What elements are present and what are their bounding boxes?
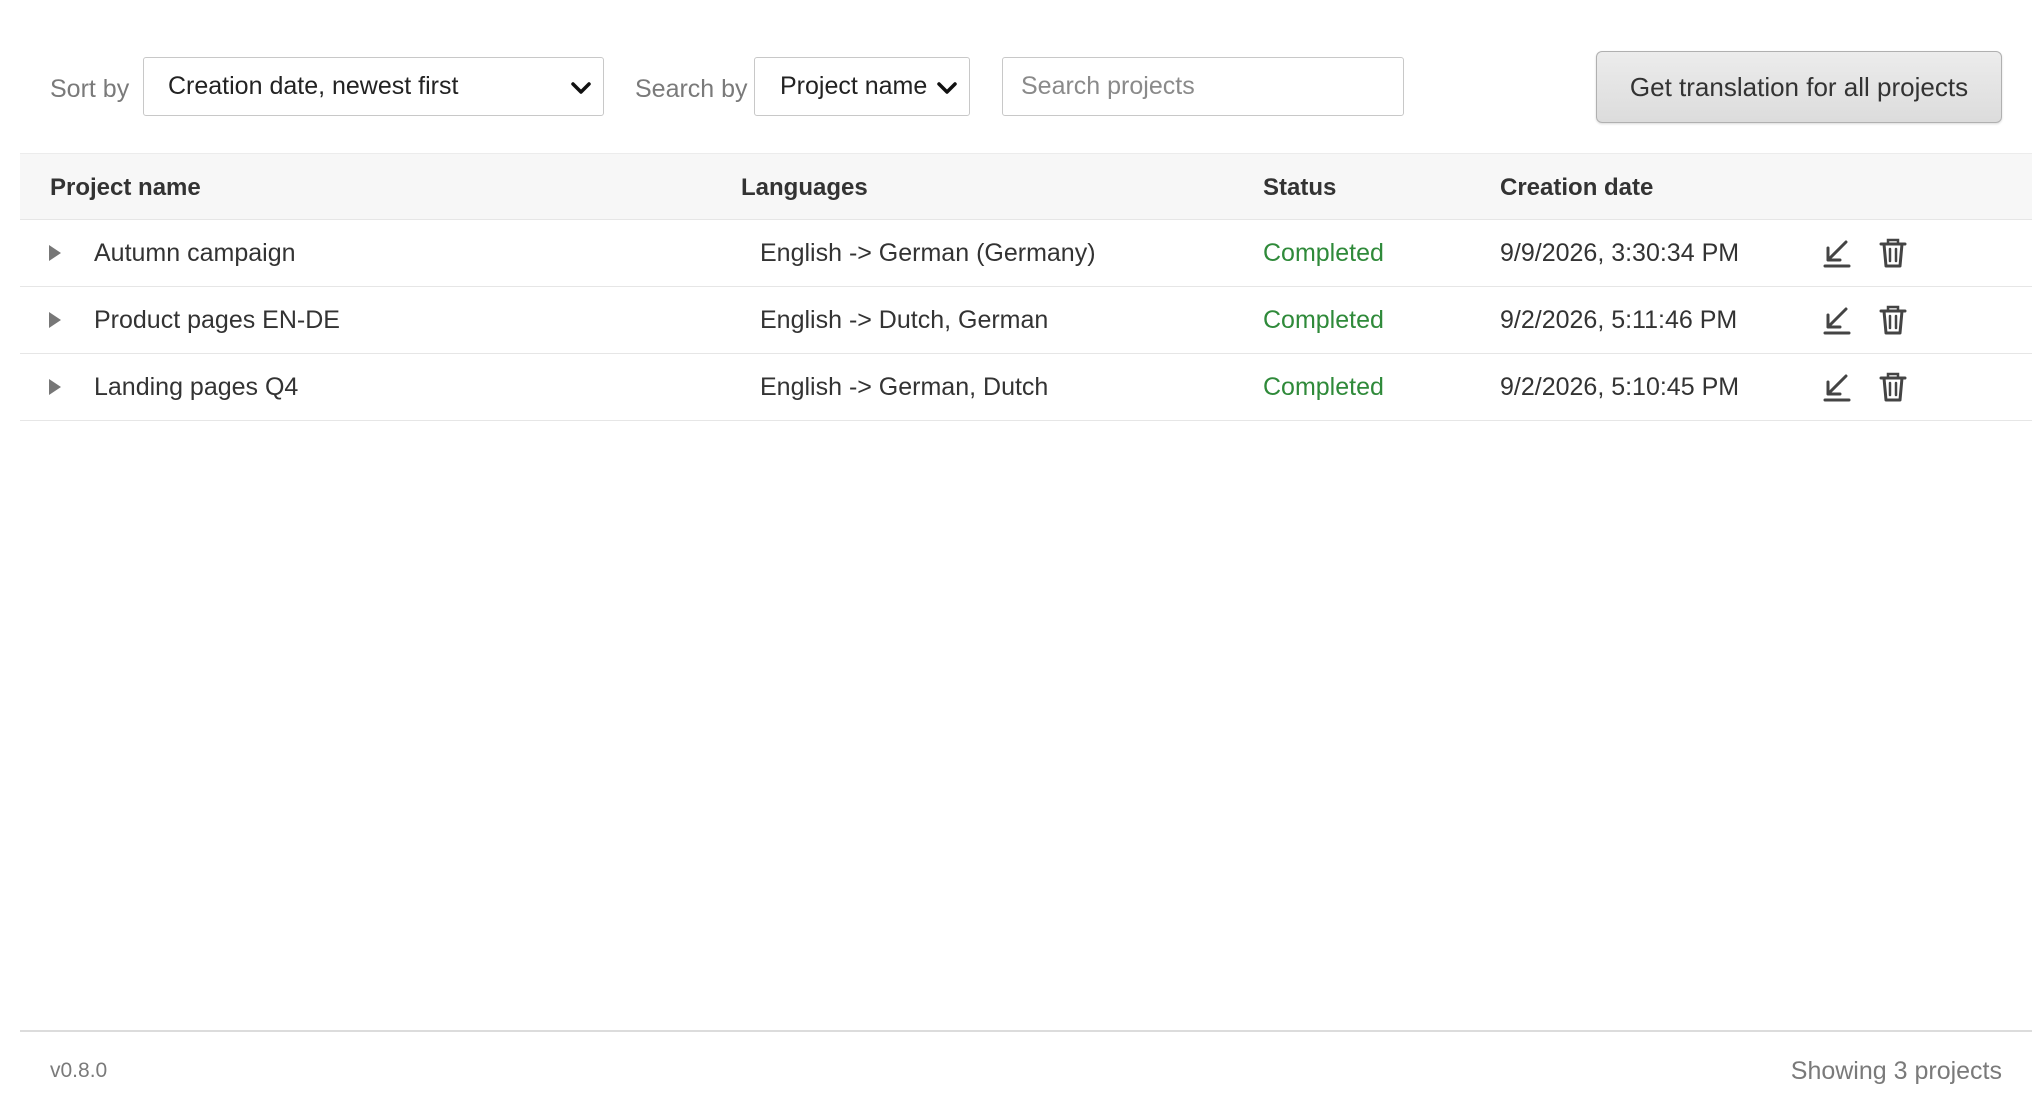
column-header-languages[interactable]: Languages bbox=[741, 174, 868, 202]
version-label: v0.8.0 bbox=[50, 1059, 108, 1082]
table-row[interactable]: Product pages EN-DE English -> Dutch, Ge… bbox=[20, 287, 2032, 354]
get-translation-all-button[interactable]: Get translation for all projects bbox=[1596, 51, 2002, 123]
status-cell: Completed bbox=[1263, 373, 1384, 401]
project-count: Showing 3 projects bbox=[1790, 1057, 2002, 1085]
trash-icon[interactable] bbox=[1876, 236, 1910, 270]
sort-by-label: Sort by bbox=[50, 75, 130, 103]
footer-divider bbox=[20, 1030, 2032, 1032]
project-name-cell: Landing pages Q4 bbox=[94, 373, 299, 401]
languages-cell: English -> German (Germany) bbox=[760, 239, 1096, 267]
sort-select-value: Creation date, newest first bbox=[168, 72, 459, 100]
toolbar: Sort by Creation date, newest first Sear… bbox=[0, 0, 2040, 150]
projects-app: Sort by Creation date, newest first Sear… bbox=[0, 0, 2040, 1120]
sort-select[interactable]: Creation date, newest first bbox=[143, 57, 604, 116]
column-header-status[interactable]: Status bbox=[1263, 174, 1336, 202]
expand-triangle-icon[interactable] bbox=[48, 378, 62, 396]
download-icon[interactable] bbox=[1820, 370, 1854, 404]
table-row[interactable]: Landing pages Q4 English -> German, Dutc… bbox=[20, 354, 2032, 421]
chevron-down-icon bbox=[571, 82, 591, 94]
table-row[interactable]: Autumn campaign English -> German (Germa… bbox=[20, 220, 2032, 287]
project-name-cell: Product pages EN-DE bbox=[94, 306, 340, 334]
search-by-label: Search by bbox=[635, 75, 748, 103]
status-cell: Completed bbox=[1263, 306, 1384, 334]
status-cell: Completed bbox=[1263, 239, 1384, 267]
download-icon[interactable] bbox=[1820, 303, 1854, 337]
languages-cell: English -> Dutch, German bbox=[760, 306, 1049, 334]
project-name-cell: Autumn campaign bbox=[94, 239, 296, 267]
chevron-down-icon bbox=[937, 82, 957, 94]
expand-triangle-icon[interactable] bbox=[48, 311, 62, 329]
trash-icon[interactable] bbox=[1876, 303, 1910, 337]
column-header-creation-date[interactable]: Creation date bbox=[1500, 174, 1653, 202]
creation-date-cell: 9/2/2026, 5:11:46 PM bbox=[1500, 306, 1738, 334]
search-input[interactable] bbox=[1002, 57, 1404, 116]
column-header-project-name[interactable]: Project name bbox=[50, 174, 201, 202]
trash-icon[interactable] bbox=[1876, 370, 1910, 404]
table-header: Project name Languages Status Creation d… bbox=[20, 153, 2032, 220]
search-by-select-value: Project name bbox=[780, 72, 928, 100]
languages-cell: English -> German, Dutch bbox=[760, 373, 1049, 401]
projects-table: Project name Languages Status Creation d… bbox=[20, 153, 2032, 421]
creation-date-cell: 9/2/2026, 5:10:45 PM bbox=[1500, 373, 1740, 401]
expand-triangle-icon[interactable] bbox=[48, 244, 62, 262]
creation-date-cell: 9/9/2026, 3:30:34 PM bbox=[1500, 239, 1740, 267]
search-by-select[interactable]: Project name bbox=[754, 57, 970, 116]
download-icon[interactable] bbox=[1820, 236, 1854, 270]
